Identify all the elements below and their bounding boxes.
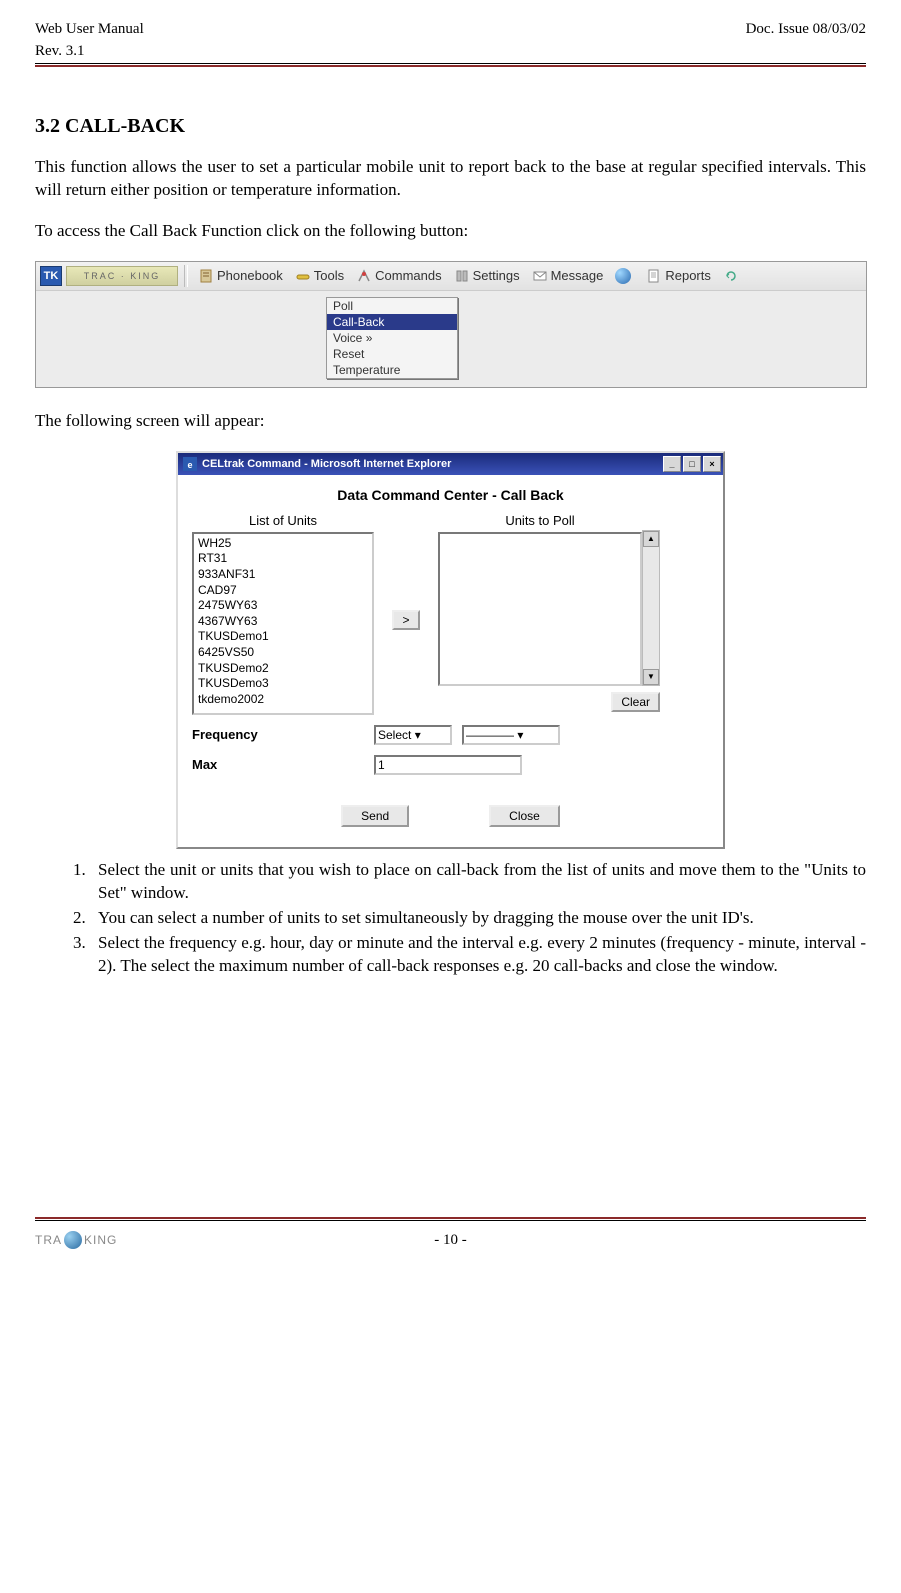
page-number: - 10 -: [434, 1232, 467, 1249]
list-item[interactable]: 933ANF31: [198, 567, 368, 583]
toolbar-phonebook[interactable]: Phonebook: [194, 266, 287, 286]
access-paragraph: To access the Call Back Function click o…: [35, 220, 866, 243]
units-to-poll-listbox[interactable]: [438, 532, 642, 686]
list-item[interactable]: 4367WY63: [198, 614, 368, 630]
list-item[interactable]: 6425VS50: [198, 645, 368, 661]
units-listbox[interactable]: WH25 RT31 933ANF31 CAD97 2475WY63 4367WY…: [192, 532, 374, 715]
scroll-up-icon[interactable]: ▲: [643, 531, 659, 547]
minimize-button[interactable]: _: [663, 456, 681, 472]
max-label: Max: [192, 757, 364, 772]
section-title-text: CALL-BACK: [65, 115, 185, 137]
toolbar-tools-label: Tools: [314, 268, 344, 283]
section-number: 3.2: [35, 115, 60, 137]
toolbar-commands-label: Commands: [375, 268, 441, 283]
toolbar-commands[interactable]: Commands: [352, 266, 445, 286]
toolbar-phonebook-label: Phonebook: [217, 268, 283, 283]
footer-logo-post: KING: [84, 1233, 117, 1247]
close-window-button[interactable]: ×: [703, 456, 721, 472]
toolbar-settings-label: Settings: [473, 268, 520, 283]
following-screen-paragraph: The following screen will appear:: [35, 410, 866, 433]
svg-text:e: e: [187, 460, 192, 470]
toolbar-reports[interactable]: Reports: [642, 266, 715, 286]
commands-icon: [356, 268, 372, 284]
step-1: Select the unit or units that you wish t…: [90, 859, 866, 905]
list-item[interactable]: WH25: [198, 536, 368, 552]
footer-globe-icon: [64, 1231, 82, 1249]
section-heading: 3.2 CALL-BACK: [35, 115, 866, 138]
maximize-button[interactable]: □: [683, 456, 701, 472]
footer-logo-pre: TRA: [35, 1233, 62, 1247]
move-right-button[interactable]: >: [392, 610, 420, 630]
reports-icon: [646, 268, 662, 284]
clear-button[interactable]: Clear: [611, 692, 660, 712]
header-issue: Doc. Issue 08/03/02: [746, 20, 866, 40]
units-to-poll-label: Units to Poll: [505, 513, 574, 528]
dialog-heading: Data Command Center - Call Back: [192, 487, 709, 503]
loop-icon: [723, 268, 739, 284]
toolbar-overflow[interactable]: [719, 266, 743, 286]
globe-icon: [615, 268, 631, 284]
intro-paragraph: This function allows the user to set a p…: [35, 156, 866, 202]
toolbar-screenshot: TK TRAC · KING Phonebook Tools Commands …: [35, 261, 867, 388]
interval-select[interactable]: ———— ▾: [462, 725, 560, 745]
toolbar-message[interactable]: Message: [528, 266, 608, 286]
step-3: Select the frequency e.g. hour, day or m…: [90, 932, 866, 978]
close-button[interactable]: Close: [489, 805, 560, 827]
tools-icon: [295, 268, 311, 284]
toolbar-message-label: Message: [551, 268, 604, 283]
frequency-label: Frequency: [192, 727, 364, 742]
menu-item-callback[interactable]: Call-Back: [327, 314, 457, 330]
callback-dialog: e CELtrak Command - Microsoft Internet E…: [176, 451, 725, 849]
dialog-title-text: CELtrak Command - Microsoft Internet Exp…: [202, 458, 661, 470]
toolbar-globe[interactable]: [611, 266, 638, 286]
send-button[interactable]: Send: [341, 805, 409, 827]
header-revision: Rev. 3.1: [35, 42, 84, 62]
scrollbar[interactable]: ▲ ▼: [642, 530, 660, 686]
phonebook-icon: [198, 268, 214, 284]
frequency-select[interactable]: Select ▾: [374, 725, 452, 745]
menu-item-temperature[interactable]: Temperature: [327, 362, 457, 378]
toolbar-settings[interactable]: Settings: [450, 266, 524, 286]
list-item[interactable]: RT31: [198, 551, 368, 567]
list-item[interactable]: TKUSDemo1: [198, 629, 368, 645]
toolbar-reports-label: Reports: [665, 268, 711, 283]
list-item[interactable]: tkdemo2002: [198, 692, 368, 708]
menu-item-voice[interactable]: Voice »: [327, 330, 457, 346]
brand-text: TRAC · KING: [66, 266, 178, 286]
brand-badge-icon: TK: [40, 266, 62, 286]
step-2: You can select a number of units to set …: [90, 907, 866, 930]
list-item[interactable]: 2475WY63: [198, 598, 368, 614]
menu-item-poll[interactable]: Poll: [327, 298, 457, 314]
menu-item-reset[interactable]: Reset: [327, 346, 457, 362]
dialog-titlebar: e CELtrak Command - Microsoft Internet E…: [178, 453, 723, 475]
list-of-units-label: List of Units: [192, 513, 374, 528]
commands-dropdown: Poll Call-Back Voice » Reset Temperature: [326, 297, 458, 379]
instruction-list: Select the unit or units that you wish t…: [35, 859, 866, 978]
toolbar-tools[interactable]: Tools: [291, 266, 348, 286]
list-item[interactable]: TKUSDemo3: [198, 676, 368, 692]
footer-brand-logo: TRA KING: [35, 1229, 130, 1251]
scroll-down-icon[interactable]: ▼: [643, 669, 659, 685]
list-item[interactable]: TKUSDemo2: [198, 661, 368, 677]
header-doc-title: Web User Manual: [35, 20, 144, 40]
app-icon: e: [182, 456, 198, 472]
settings-icon: [454, 268, 470, 284]
message-icon: [532, 268, 548, 284]
list-item[interactable]: CAD97: [198, 583, 368, 599]
max-input[interactable]: [374, 755, 522, 775]
